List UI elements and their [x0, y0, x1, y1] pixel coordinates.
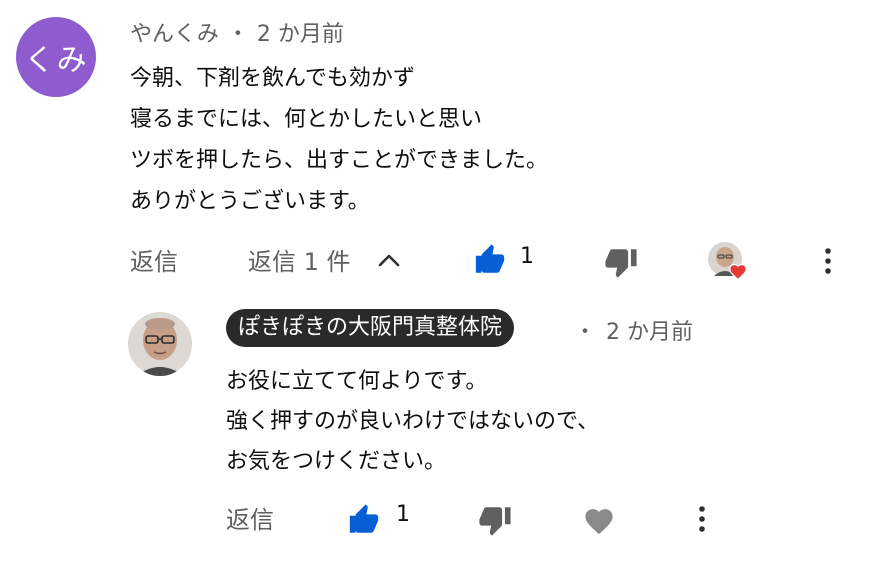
heart-icon[interactable]: [582, 505, 616, 535]
chevron-up-icon[interactable]: [376, 250, 402, 270]
meta-separator: ・: [226, 22, 249, 47]
thumb-up-icon[interactable]: [346, 503, 382, 537]
person-photo-icon: [128, 312, 192, 376]
comment-line: ツボを押したら、出すことができました。: [130, 148, 549, 173]
reply-action-bar: 返信 1: [0, 498, 876, 540]
comment-line: 寝るまでには、何とかしたいと思い: [130, 107, 483, 132]
reply-like-count: 1: [396, 502, 410, 527]
reply-author-chip[interactable]: ぽきぽきの大阪門真整体院: [226, 309, 515, 347]
comment-timestamp[interactable]: 2 か月前: [257, 22, 344, 47]
comment-text: 今朝、下剤を飲んでも効かず 寝るまでには、何とかしたいと思い ツボを押したら、出…: [130, 58, 548, 222]
comment-header: やんくみ・ 2 か月前: [130, 16, 344, 48]
more-vertical-icon[interactable]: [816, 246, 840, 276]
reply-button[interactable]: 返信: [130, 242, 178, 277]
reply-line: 強く押すのが良いわけではないので、: [226, 409, 600, 434]
reply-timestamp[interactable]: 2 か月前: [606, 320, 693, 345]
thumb-up-icon[interactable]: [472, 243, 508, 277]
reply-line: お気をつけください。: [226, 449, 447, 474]
reply-author-avatar[interactable]: [128, 312, 192, 376]
more-vertical-icon[interactable]: [690, 504, 714, 534]
reply-header: ・ 2 か月前: [574, 314, 693, 346]
thumb-down-icon[interactable]: [603, 245, 639, 279]
thumb-down-icon[interactable]: [477, 503, 513, 537]
meta-separator: ・: [574, 320, 597, 345]
heart-icon: [729, 263, 747, 280]
view-replies-toggle[interactable]: 返信 1 件: [248, 242, 351, 277]
commenter-avatar[interactable]: くみ: [16, 17, 96, 97]
reply-text: お役に立てて何よりです。 強く押すのが良いわけではないので、 お気をつけください…: [226, 362, 599, 482]
comment-line: ありがとうございます。: [130, 189, 370, 214]
comment-line: 今朝、下剤を飲んでも効かず: [130, 66, 415, 91]
reply-reply-button[interactable]: 返信: [226, 500, 274, 535]
comment-action-bar: 返信 返信 1 件 1: [0, 240, 876, 282]
like-count: 1: [520, 244, 534, 269]
creator-heart-badge[interactable]: [708, 242, 748, 282]
reply-line: お役に立てて何よりです。: [226, 369, 488, 394]
comment-author[interactable]: やんくみ: [130, 22, 219, 47]
